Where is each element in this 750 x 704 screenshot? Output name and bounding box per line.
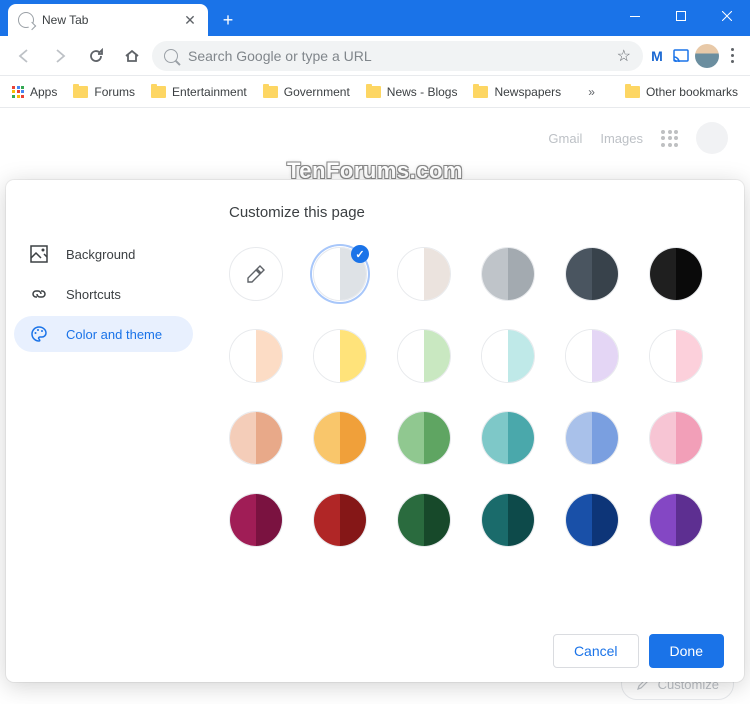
bookmark-folder[interactable]: News - Blogs [366, 85, 458, 99]
color-swatch[interactable] [565, 247, 619, 301]
color-swatch[interactable] [565, 493, 619, 547]
color-swatch[interactable] [313, 329, 367, 383]
close-tab-icon[interactable]: ✕ [182, 12, 198, 28]
minimize-button[interactable] [612, 0, 658, 32]
folder-icon [263, 86, 278, 98]
eyedropper-icon [246, 264, 266, 284]
browser-tab[interactable]: New Tab ✕ [8, 4, 208, 36]
background-icon [30, 245, 48, 263]
other-bookmarks[interactable]: Other bookmarks [625, 85, 738, 99]
color-swatch[interactable] [229, 493, 283, 547]
page-content: Gmail Images TenForums.com Customize Bac… [0, 108, 750, 704]
color-swatch-grid [229, 247, 716, 547]
customize-dialog: Background Shortcuts Color and theme Cus… [6, 180, 744, 682]
bookmarks-bar: Apps Forums Entertainment Government New… [0, 76, 750, 108]
profile-avatar[interactable] [695, 44, 719, 68]
color-swatch[interactable] [229, 411, 283, 465]
omnibox-placeholder: Search Google or type a URL [188, 48, 607, 64]
close-window-button[interactable] [704, 0, 750, 32]
apps-shortcut[interactable]: Apps [12, 85, 57, 99]
color-swatch[interactable] [397, 247, 451, 301]
color-swatch[interactable] [649, 247, 703, 301]
color-swatch[interactable] [313, 247, 367, 301]
globe-icon [18, 12, 34, 28]
color-swatch[interactable] [565, 329, 619, 383]
new-tab-button[interactable]: + [214, 6, 242, 34]
apps-grid-icon [12, 86, 24, 98]
sidebar-label: Background [66, 247, 135, 262]
chrome-menu-button[interactable] [723, 48, 742, 63]
bookmark-folder[interactable]: Entertainment [151, 85, 247, 99]
sidebar-item-shortcuts[interactable]: Shortcuts [14, 276, 193, 312]
color-swatch[interactable] [397, 493, 451, 547]
color-swatch[interactable] [481, 411, 535, 465]
folder-icon [73, 86, 88, 98]
tab-title: New Tab [42, 13, 182, 27]
account-avatar[interactable] [696, 122, 728, 154]
dialog-main: Customize this page [201, 180, 744, 620]
color-swatch[interactable] [649, 329, 703, 383]
color-picker-swatch[interactable] [229, 247, 283, 301]
titlebar: New Tab ✕ + [0, 0, 750, 36]
bookmark-folder[interactable]: Forums [73, 85, 135, 99]
browser-window: New Tab ✕ + Search Google or type a URL … [0, 0, 750, 704]
back-button[interactable] [8, 40, 40, 72]
forward-button[interactable] [44, 40, 76, 72]
search-icon [164, 49, 178, 63]
reload-button[interactable] [80, 40, 112, 72]
bookmark-folder[interactable]: Newspapers [473, 85, 561, 99]
color-swatch[interactable] [649, 493, 703, 547]
sidebar-item-color-theme[interactable]: Color and theme [14, 316, 193, 352]
sidebar-label: Color and theme [66, 327, 162, 342]
color-swatch[interactable] [649, 411, 703, 465]
color-swatch[interactable] [481, 247, 535, 301]
bookmarks-overflow[interactable]: » [588, 85, 595, 99]
color-swatch[interactable] [565, 411, 619, 465]
maximize-button[interactable] [658, 0, 704, 32]
color-swatch[interactable] [481, 493, 535, 547]
dialog-title: Customize this page [229, 204, 716, 221]
images-link[interactable]: Images [600, 131, 643, 146]
folder-icon [151, 86, 166, 98]
extension-cast-icon[interactable] [671, 46, 691, 66]
palette-icon [30, 325, 48, 343]
address-bar[interactable]: Search Google or type a URL ☆ [152, 41, 643, 71]
window-controls [612, 0, 750, 32]
color-swatch[interactable] [397, 411, 451, 465]
ntp-header: Gmail Images [548, 122, 728, 154]
bookmark-folder[interactable]: Government [263, 85, 350, 99]
link-icon [30, 285, 48, 303]
color-swatch[interactable] [397, 329, 451, 383]
bookmark-star-icon[interactable]: ☆ [617, 46, 631, 66]
sidebar-item-background[interactable]: Background [14, 236, 193, 272]
color-swatch[interactable] [313, 411, 367, 465]
google-apps-icon[interactable] [661, 130, 678, 147]
sidebar-label: Shortcuts [66, 287, 121, 302]
cancel-button[interactable]: Cancel [553, 634, 639, 668]
apps-label: Apps [30, 85, 57, 99]
extension-malwarebytes-icon[interactable]: M [647, 46, 667, 66]
color-swatch[interactable] [313, 493, 367, 547]
folder-icon [625, 86, 640, 98]
home-button[interactable] [116, 40, 148, 72]
dialog-footer: Cancel Done [6, 620, 744, 682]
toolbar: Search Google or type a URL ☆ M [0, 36, 750, 76]
folder-icon [473, 86, 488, 98]
done-button[interactable]: Done [649, 634, 724, 668]
color-swatch[interactable] [481, 329, 535, 383]
gmail-link[interactable]: Gmail [548, 131, 582, 146]
folder-icon [366, 86, 381, 98]
color-swatch[interactable] [229, 329, 283, 383]
dialog-sidebar: Background Shortcuts Color and theme [6, 180, 201, 620]
